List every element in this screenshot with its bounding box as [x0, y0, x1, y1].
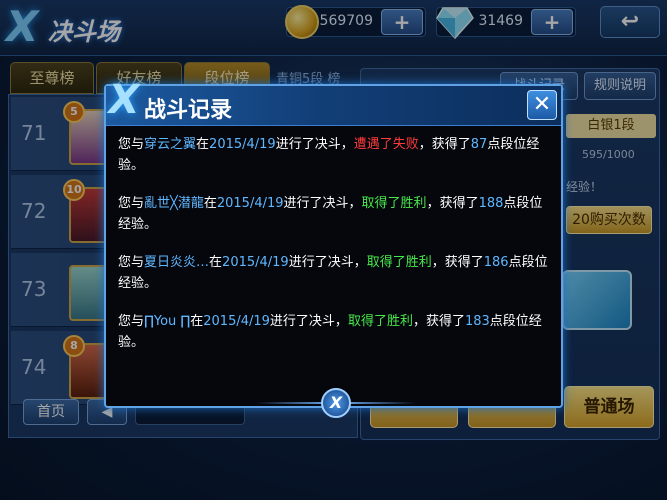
x-emblem-icon: X [321, 388, 351, 418]
record-text: 在 [203, 196, 217, 211]
battle-record-list[interactable]: 您与穿云之翼在2015/4/19进行了决斗，遭遇了失败，获得了87点段位经验。 … [118, 134, 550, 384]
record-prefix: 您与 [118, 314, 145, 329]
record-text: ，获得了 [412, 314, 465, 329]
record-points: 186 [483, 255, 509, 270]
record-prefix: 您与 [118, 196, 145, 211]
record-date: 2015/4/19 [216, 196, 284, 211]
battle-record-item: 您与穿云之翼在2015/4/19进行了决斗，遭遇了失败，获得了87点段位经验。 [118, 134, 550, 176]
record-text: 在 [196, 137, 210, 152]
record-text: 在 [209, 255, 223, 270]
battle-record-item: 您与亂世╳潜龍在2015/4/19进行了决斗，取得了胜利，获得了188点段位经验… [118, 193, 550, 235]
opponent-name: 亂世╳潜龍 [144, 196, 204, 211]
x-logo-icon: X [108, 77, 140, 123]
record-date: 2015/4/19 [222, 255, 289, 270]
record-date: 2015/4/19 [203, 314, 270, 329]
dialog-title: 战斗记录 [144, 98, 233, 123]
opponent-name: 夏日炎炎… [144, 255, 210, 270]
record-prefix: 您与 [118, 255, 145, 270]
record-text: 在 [190, 314, 204, 329]
record-text: 进行了决斗， [288, 255, 367, 270]
record-text: 进行了决斗， [269, 314, 348, 329]
close-button[interactable]: ✕ [527, 90, 557, 120]
record-result: 取得了胜利 [366, 255, 432, 270]
record-points: 188 [478, 196, 504, 211]
record-result: 取得了胜利 [361, 196, 427, 211]
record-date: 2015/4/19 [209, 137, 276, 152]
record-points: 87 [470, 137, 488, 152]
opponent-name: 穿云之翼 [144, 137, 197, 152]
record-text: 进行了决斗， [275, 137, 354, 152]
record-text: ，获得了 [418, 137, 471, 152]
record-text: 进行了决斗， [283, 196, 362, 211]
record-result: 遭遇了失败 [353, 137, 419, 152]
record-text: ，获得了 [431, 255, 484, 270]
record-result: 取得了胜利 [347, 314, 413, 329]
battle-record-item: 您与夏日炎炎…在2015/4/19进行了决斗，取得了胜利，获得了186点段位经验… [118, 252, 550, 294]
opponent-name: ∏You ∏ [144, 314, 191, 329]
record-text: ，获得了 [426, 196, 479, 211]
battle-record-dialog: X 战斗记录 ✕ 您与穿云之翼在2015/4/19进行了决斗，遭遇了失败，获得了… [104, 77, 563, 418]
dialog-header: X 战斗记录 ✕ [106, 77, 561, 126]
record-points: 183 [464, 314, 490, 329]
record-prefix: 您与 [118, 137, 145, 152]
battle-record-item: 您与∏You ∏在2015/4/19进行了决斗，取得了胜利，获得了183点段位经… [118, 311, 550, 353]
